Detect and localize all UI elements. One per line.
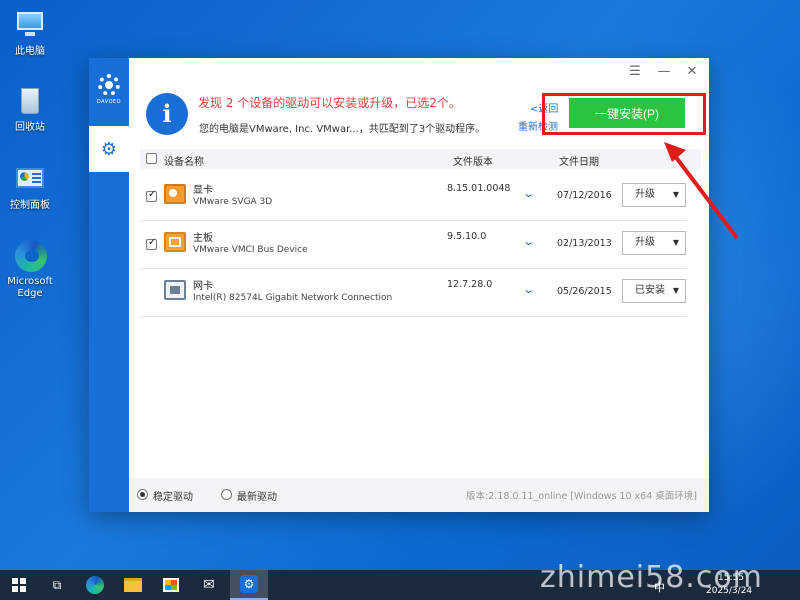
table-row: 网卡 Intel(R) 82574L Gigabit Network Conne…: [140, 269, 687, 317]
menu-button[interactable]: ☰: [624, 64, 646, 79]
taskbar-mail[interactable]: ✉: [190, 570, 228, 600]
action-label: 升级: [635, 189, 655, 200]
annotation-highlight-box: [542, 93, 706, 135]
edge-icon: [13, 238, 47, 272]
desktop-icon-control-panel[interactable]: 控制面板: [4, 162, 56, 212]
mail-icon: ✉: [203, 577, 215, 593]
app-sidebar: DAVOED ⚙: [89, 58, 129, 512]
folder-icon: [124, 578, 142, 592]
column-device: 设备名称: [164, 157, 204, 168]
action-label: 升级: [635, 237, 655, 248]
device-name: Intel(R) 82574L Gigabit Network Connecti…: [193, 293, 393, 303]
menu-icon: ☰: [629, 64, 641, 79]
file-date: 02/13/2013: [557, 238, 612, 249]
scan-result-headline: 发现 2 个设备的驱动可以安装或升级，已选2个。: [198, 96, 461, 110]
scan-result-subline: 您的电脑是VMware, Inc. VMwar...，共匹配到了3个驱动程序。: [199, 124, 486, 135]
edge-icon: [86, 576, 104, 594]
file-date: 07/12/2016: [557, 190, 612, 201]
taskbar-driver-app[interactable]: ⚙: [230, 570, 268, 600]
device-type: 显卡: [193, 185, 213, 196]
device-name: VMware VMCI Bus Device: [193, 245, 308, 255]
desktop-icon-edge[interactable]: Microsoft Edge: [4, 238, 56, 300]
sidebar-settings-tab[interactable]: ⚙: [89, 126, 129, 172]
driver-table-header: 设备名称 文件版本 文件日期: [140, 149, 701, 169]
windows-logo-icon: [12, 578, 26, 592]
control-panel-icon: [13, 162, 47, 196]
driver-app-window: DAVOED ⚙ ☰ — ✕ i 发现 2 个设备的驱动可以安装或升级，已选2个…: [89, 58, 709, 512]
file-date: 05/26/2015: [557, 286, 612, 297]
expand-chevron-icon[interactable]: ⌄: [522, 235, 535, 248]
app-logo: DAVOED: [89, 74, 129, 105]
gear-logo-icon: ⚙: [240, 575, 258, 593]
expand-chevron-icon[interactable]: ⌄: [522, 187, 535, 200]
column-version: 文件版本: [453, 157, 493, 168]
taskbar-edge[interactable]: [76, 570, 114, 600]
start-button[interactable]: [0, 570, 38, 600]
action-dropdown[interactable]: 升级 ▼: [622, 231, 686, 255]
row-checkbox[interactable]: [146, 237, 157, 250]
caret-down-icon: ▼: [672, 238, 679, 247]
latest-driver-radio[interactable]: [221, 489, 232, 500]
settings-icon: ⚙: [100, 138, 118, 160]
device-name: VMware SVGA 3D: [193, 197, 273, 207]
network-card-icon: [164, 280, 186, 300]
desktop-icon-recycle-bin[interactable]: 回收站: [4, 84, 56, 134]
close-icon: ✕: [686, 64, 698, 79]
file-version: 9.5.10.0: [447, 231, 487, 242]
monitor-icon: [13, 8, 47, 42]
close-button[interactable]: ✕: [681, 64, 703, 79]
caret-down-icon: ▼: [672, 286, 679, 295]
gear-logo-icon: [98, 74, 120, 96]
stable-driver-radio[interactable]: [137, 489, 148, 500]
device-type: 网卡: [193, 281, 213, 292]
minimize-icon: —: [657, 64, 671, 79]
taskbar-store[interactable]: [152, 570, 190, 600]
column-date: 文件日期: [559, 157, 599, 168]
caret-down-icon: ▼: [672, 190, 679, 199]
minimize-button[interactable]: —: [653, 64, 675, 79]
version-info: 版本:2.18.0.11_online [Windows 10 x64 桌面环境…: [466, 491, 697, 502]
action-dropdown[interactable]: 已安装 ▼: [622, 279, 686, 303]
file-version: 8.15.01.0048: [447, 183, 511, 194]
desktop-icon-this-pc[interactable]: 此电脑: [4, 8, 56, 58]
table-row: 主板 VMware VMCI Bus Device 9.5.10.0 ⌄ 02/…: [140, 221, 687, 269]
task-view-button[interactable]: ⧉: [38, 570, 76, 600]
expand-chevron-icon[interactable]: ⌄: [522, 283, 535, 296]
table-row: 显卡 VMware SVGA 3D 8.15.01.0048 ⌄ 07/12/2…: [140, 173, 687, 221]
info-icon: i: [146, 93, 188, 135]
file-version: 12.7.28.0: [447, 279, 493, 290]
store-bag-icon: [163, 578, 179, 592]
task-view-icon: ⧉: [52, 577, 62, 592]
device-type: 主板: [193, 233, 213, 244]
latest-driver-label: 最新驱动: [237, 492, 277, 503]
action-dropdown[interactable]: 升级 ▼: [622, 183, 686, 207]
site-watermark: zhimei58.com: [540, 560, 763, 595]
taskbar-file-explorer[interactable]: [114, 570, 152, 600]
row-checkbox[interactable]: [146, 189, 157, 202]
graphics-card-icon: [164, 184, 186, 204]
app-footer: 稳定驱动 最新驱动 版本:2.18.0.11_online [Windows 1…: [129, 478, 709, 512]
app-brand: DAVOED: [96, 99, 122, 105]
action-label: 已安装: [635, 285, 665, 296]
recycle-bin-icon: [13, 84, 47, 118]
select-all-checkbox[interactable]: [146, 153, 157, 164]
stable-driver-label: 稳定驱动: [153, 492, 193, 503]
motherboard-icon: [164, 232, 186, 252]
